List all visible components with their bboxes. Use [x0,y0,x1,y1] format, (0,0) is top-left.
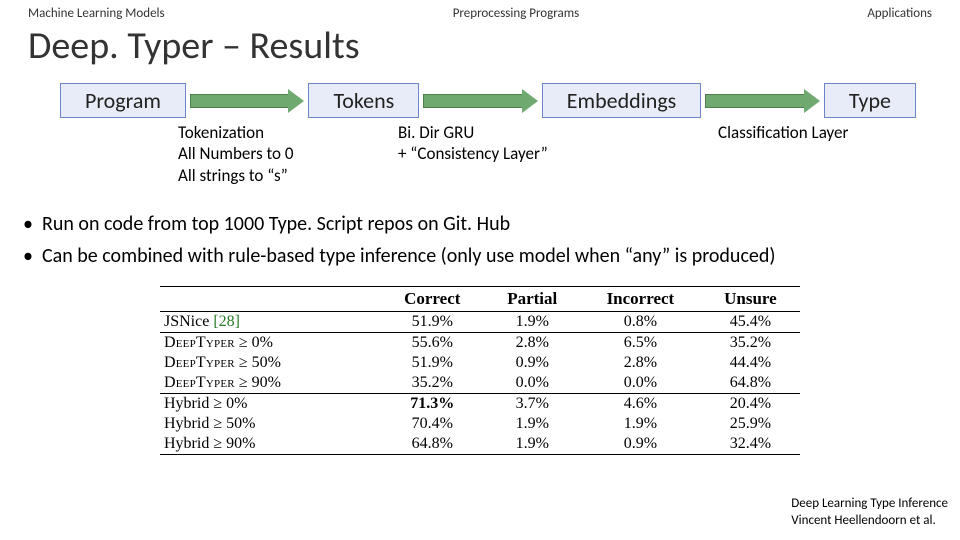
bullet-item: Can be combined with rule-based type inf… [42,240,932,272]
pipeline-box-type: Type [824,83,916,118]
nav-left: Machine Learning Models [28,6,165,21]
pipeline-box-tokens: Tokens [308,83,419,118]
cell: 0.8% [580,311,701,332]
arrow-icon [190,92,305,110]
cell: 35.2% [380,373,485,394]
row-label: DeepTyper ≥ 50% [160,353,380,373]
citation-footer: Deep Learning Type Inference Vincent Hee… [791,496,948,530]
cell: 64.8% [701,373,800,394]
cell: 1.9% [580,414,701,434]
cell: 44.4% [701,353,800,373]
cell: 4.6% [580,393,701,414]
cell: 64.8% [380,434,485,455]
cell: 55.6% [380,332,485,353]
row-label: Hybrid ≥ 50% [160,414,380,434]
nav-center: Preprocessing Programs [453,6,580,21]
row-label: DeepTyper ≥ 90% [160,373,380,394]
annot-gru: Bi. Dir GRU + “Consistency Layer” [398,122,598,186]
bullet-item: Run on code from top 1000 Type. Script r… [42,208,932,240]
cell: 0.9% [485,353,580,373]
table-row: DeepTyper ≥ 90%35.2%0.0%0.0%64.8% [160,373,800,394]
cell: 45.4% [701,311,800,332]
cell: 0.9% [580,434,701,455]
col-label [160,286,380,311]
cell: 71.3% [380,393,485,414]
cell: 70.4% [380,414,485,434]
cell: 25.9% [701,414,800,434]
table-row: Hybrid ≥ 0%71.3%3.7%4.6%20.4% [160,393,800,414]
bullet-list: Run on code from top 1000 Type. Script r… [0,186,960,272]
table-row: JSNice [28]51.9%1.9%0.8%45.4% [160,311,800,332]
cell: 6.5% [580,332,701,353]
slide-title: Deep. Typer – Results [0,21,960,83]
col-correct: Correct [380,286,485,311]
annot-tokenization: Tokenization All Numbers to 0 All string… [178,122,338,186]
col-unsure: Unsure [701,286,800,311]
top-nav: Machine Learning Models Preprocessing Pr… [0,0,960,21]
table-row: Hybrid ≥ 90%64.8%1.9%0.9%32.4% [160,434,800,455]
cell: 51.9% [380,353,485,373]
cell: 1.9% [485,311,580,332]
table-row: DeepTyper ≥ 50%51.9%0.9%2.8%44.4% [160,353,800,373]
results-table: Correct Partial Incorrect Unsure JSNice … [160,286,800,455]
col-partial: Partial [485,286,580,311]
arrow-icon [423,92,538,110]
pipeline-row: Program Tokens Embeddings Type [0,83,960,118]
cell: 3.7% [485,393,580,414]
cell: 0.0% [485,373,580,394]
cell: 1.9% [485,434,580,455]
cell: 2.8% [485,332,580,353]
cell: 2.8% [580,353,701,373]
cell: 1.9% [485,414,580,434]
cell: 51.9% [380,311,485,332]
row-label: Hybrid ≥ 0% [160,393,380,414]
row-label: JSNice [28] [160,311,380,332]
cell: 20.4% [701,393,800,414]
nav-right: Applications [867,6,932,21]
col-incorrect: Incorrect [580,286,701,311]
row-label: Hybrid ≥ 90% [160,434,380,455]
pipeline-box-embeddings: Embeddings [542,83,702,118]
table-row: DeepTyper ≥ 0%55.6%2.8%6.5%35.2% [160,332,800,353]
cell: 35.2% [701,332,800,353]
table-row: Hybrid ≥ 50%70.4%1.9%1.9%25.9% [160,414,800,434]
annot-classification: Classification Layer [718,122,848,186]
cell: 32.4% [701,434,800,455]
row-label: DeepTyper ≥ 0% [160,332,380,353]
annotation-row: Tokenization All Numbers to 0 All string… [0,118,960,186]
cell: 0.0% [580,373,701,394]
pipeline-box-program: Program [60,83,186,118]
arrow-icon [705,92,820,110]
